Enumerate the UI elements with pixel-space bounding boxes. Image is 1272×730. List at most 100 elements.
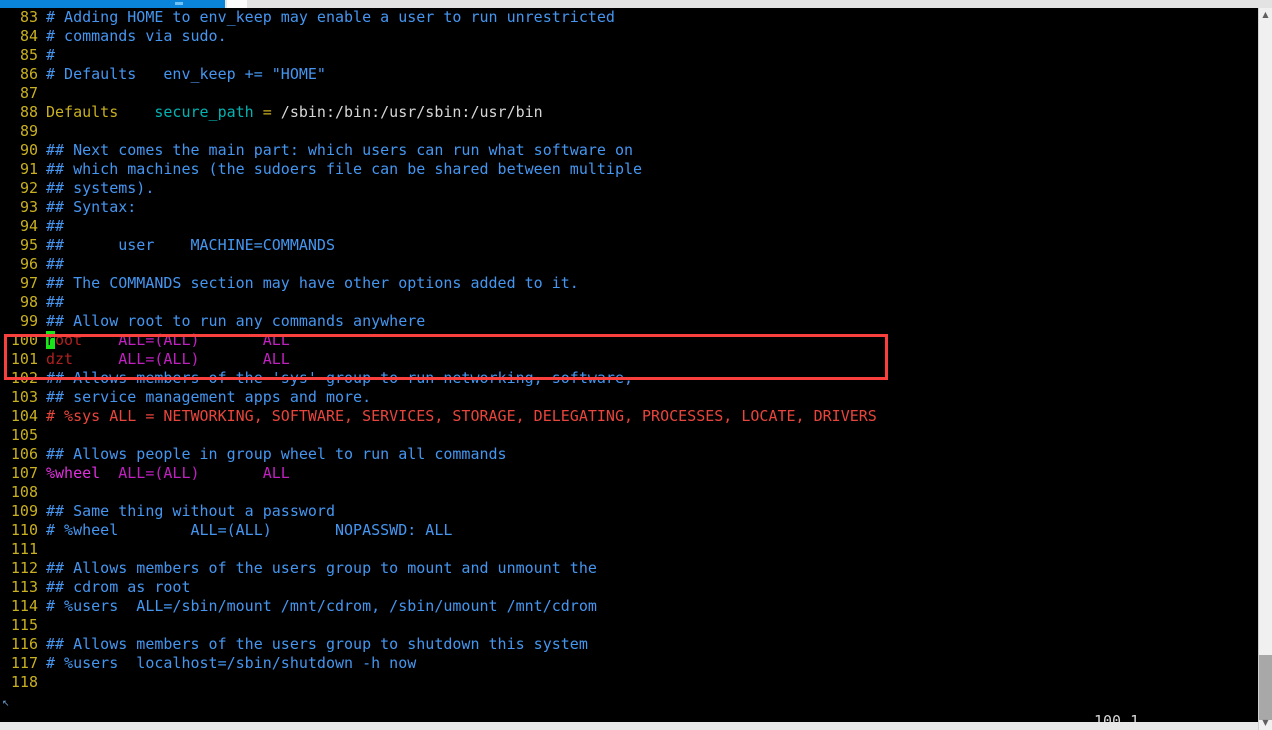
line-number: 99 — [19, 312, 38, 330]
code-line[interactable]: 94 ## — [0, 217, 877, 236]
line-number: 107 — [10, 464, 38, 482]
code-line[interactable]: 98 ## — [0, 293, 877, 312]
code-line[interactable]: 111 — [0, 540, 877, 559]
code-line[interactable]: 108 — [0, 483, 877, 502]
tab-favicon-icon — [175, 2, 183, 5]
code-line[interactable]: 109 ## Same thing without a password — [0, 502, 877, 521]
code-line[interactable]: 116 ## Allows members of the users group … — [0, 635, 877, 654]
line-number: 104 — [10, 407, 38, 425]
line-number: 85 — [19, 46, 38, 64]
line-number: 86 — [19, 65, 38, 83]
code-line[interactable]: 88 Defaults secure_path = /sbin:/bin:/usr… — [0, 103, 877, 122]
code-line[interactable]: 90 ## Next comes the main part: which use… — [0, 141, 877, 160]
code-token: ## — [46, 293, 65, 311]
line-number: 87 — [19, 84, 38, 102]
code-line[interactable]: 112 ## Allows members of the users group … — [0, 559, 877, 578]
line-number: 113 — [10, 578, 38, 596]
cursor-position: 100,1 — [1094, 712, 1140, 722]
code-line[interactable]: 117 # %users localhost=/sbin/shutdown -h … — [0, 654, 877, 673]
tab-strip-empty-area — [247, 0, 1272, 8]
line-number: 101 — [10, 350, 38, 368]
line-number: 109 — [10, 502, 38, 520]
code-token: = — [262, 103, 272, 121]
code-line[interactable]: 89 — [0, 122, 877, 141]
text-cursor: r — [46, 331, 56, 349]
screen-root: 83 # Adding HOME to env_keep may enable a… — [0, 0, 1272, 730]
scrollbar-up-arrow-icon[interactable]: ▲ — [1259, 8, 1272, 22]
code-line[interactable]: 97 ## The COMMANDS section may have other… — [0, 274, 877, 293]
code-line[interactable]: 101 dzt ALL=(ALL) ALL — [0, 350, 877, 369]
code-line[interactable]: 92 ## systems). — [0, 179, 877, 198]
line-number: 116 — [10, 635, 38, 653]
code-line[interactable]: 107 %wheel ALL=(ALL) ALL — [0, 464, 877, 483]
code-token: ## Allows members of the users group to … — [46, 635, 588, 653]
code-token: # %wheel ALL=(ALL) NOPASSWD: ALL — [46, 521, 453, 539]
code-token: oot — [55, 331, 83, 349]
scrollbar-down-arrow-icon[interactable]: ▼ — [1259, 716, 1272, 730]
active-tab[interactable] — [0, 0, 225, 8]
line-number: 95 — [19, 236, 38, 254]
code-token: # %users localhost=/sbin/shutdown -h now — [46, 654, 417, 672]
code-line[interactable]: 102 ## Allows members of the 'sys' group … — [0, 369, 877, 388]
line-number: 89 — [19, 122, 38, 140]
code-token: %wheel — [46, 464, 101, 482]
code-token: ## Next comes the main part: which users… — [46, 141, 633, 159]
code-line[interactable]: 95 ## user MACHINE=COMMANDS — [0, 236, 877, 255]
code-line[interactable]: 84 # commands via sudo. — [0, 27, 877, 46]
code-token: # Defaults env_keep += "HOME" — [46, 65, 326, 83]
code-token: ALL=(ALL) — [118, 464, 200, 482]
line-number: 112 — [10, 559, 38, 577]
line-number: 84 — [19, 27, 38, 45]
line-number: 106 — [10, 445, 38, 463]
code-line[interactable]: 103 ## service management apps and more. — [0, 388, 877, 407]
line-number: 97 — [19, 274, 38, 292]
page-scrollbar[interactable]: ▲ ▼ — [1258, 8, 1272, 730]
line-number: 105 — [10, 426, 38, 444]
code-line[interactable]: 85 # — [0, 46, 877, 65]
code-line[interactable]: 86 # Defaults env_keep += "HOME" — [0, 65, 877, 84]
line-number: 115 — [10, 616, 38, 634]
line-number: 108 — [10, 483, 38, 501]
code-token: ## user MACHINE=COMMANDS — [46, 236, 335, 254]
line-number: 118 — [10, 673, 38, 691]
code-line[interactable]: 83 # Adding HOME to env_keep may enable a… — [0, 8, 877, 27]
line-number: 102 — [10, 369, 38, 387]
code-line[interactable]: 115 — [0, 616, 877, 635]
code-line[interactable]: 91 ## which machines (the sudoers file ca… — [0, 160, 877, 179]
line-number: 103 — [10, 388, 38, 406]
terminal-window[interactable]: 83 # Adding HOME to env_keep may enable a… — [0, 8, 1258, 722]
code-line[interactable]: 113 ## cdrom as root — [0, 578, 877, 597]
code-line[interactable]: 114 # %users ALL=/sbin/mount /mnt/cdrom, … — [0, 597, 877, 616]
code-line[interactable]: 106 ## Allows people in group wheel to ru… — [0, 445, 877, 464]
code-line[interactable]: 99 ## Allow root to run any commands anyw… — [0, 312, 877, 331]
code-token: ## — [46, 255, 65, 273]
code-token: /sbin:/bin:/usr/sbin:/usr/bin — [271, 103, 543, 121]
code-line[interactable]: 93 ## Syntax: — [0, 198, 877, 217]
code-line[interactable]: 105 — [0, 426, 877, 445]
browser-tab-strip — [0, 0, 1272, 8]
line-number: 90 — [19, 141, 38, 159]
vim-buffer[interactable]: 83 # Adding HOME to env_keep may enable a… — [0, 8, 877, 692]
code-token: ALL — [262, 464, 290, 482]
code-token: ALL=(ALL) — [118, 331, 200, 349]
code-token: secure_path — [154, 103, 254, 121]
code-line[interactable]: 104 # %sys ALL = NETWORKING, SOFTWARE, SE… — [0, 407, 877, 426]
code-line[interactable]: 110 # %wheel ALL=(ALL) NOPASSWD: ALL — [0, 521, 877, 540]
code-line[interactable]: 87 — [0, 84, 877, 103]
code-token: ## Same thing without a password — [46, 502, 335, 520]
code-token: ALL=(ALL) — [118, 350, 200, 368]
code-line[interactable]: 100 root ALL=(ALL) ALL — [0, 331, 877, 350]
inactive-tab[interactable] — [227, 0, 247, 8]
code-token: Defaults — [46, 103, 119, 121]
code-line[interactable]: 96 ## — [0, 255, 877, 274]
code-token: dzt — [46, 350, 74, 368]
scrollbar-thumb[interactable] — [1259, 655, 1272, 720]
line-number: 94 — [19, 217, 38, 235]
line-number: 114 — [10, 597, 38, 615]
code-line[interactable]: 118 — [0, 673, 877, 692]
